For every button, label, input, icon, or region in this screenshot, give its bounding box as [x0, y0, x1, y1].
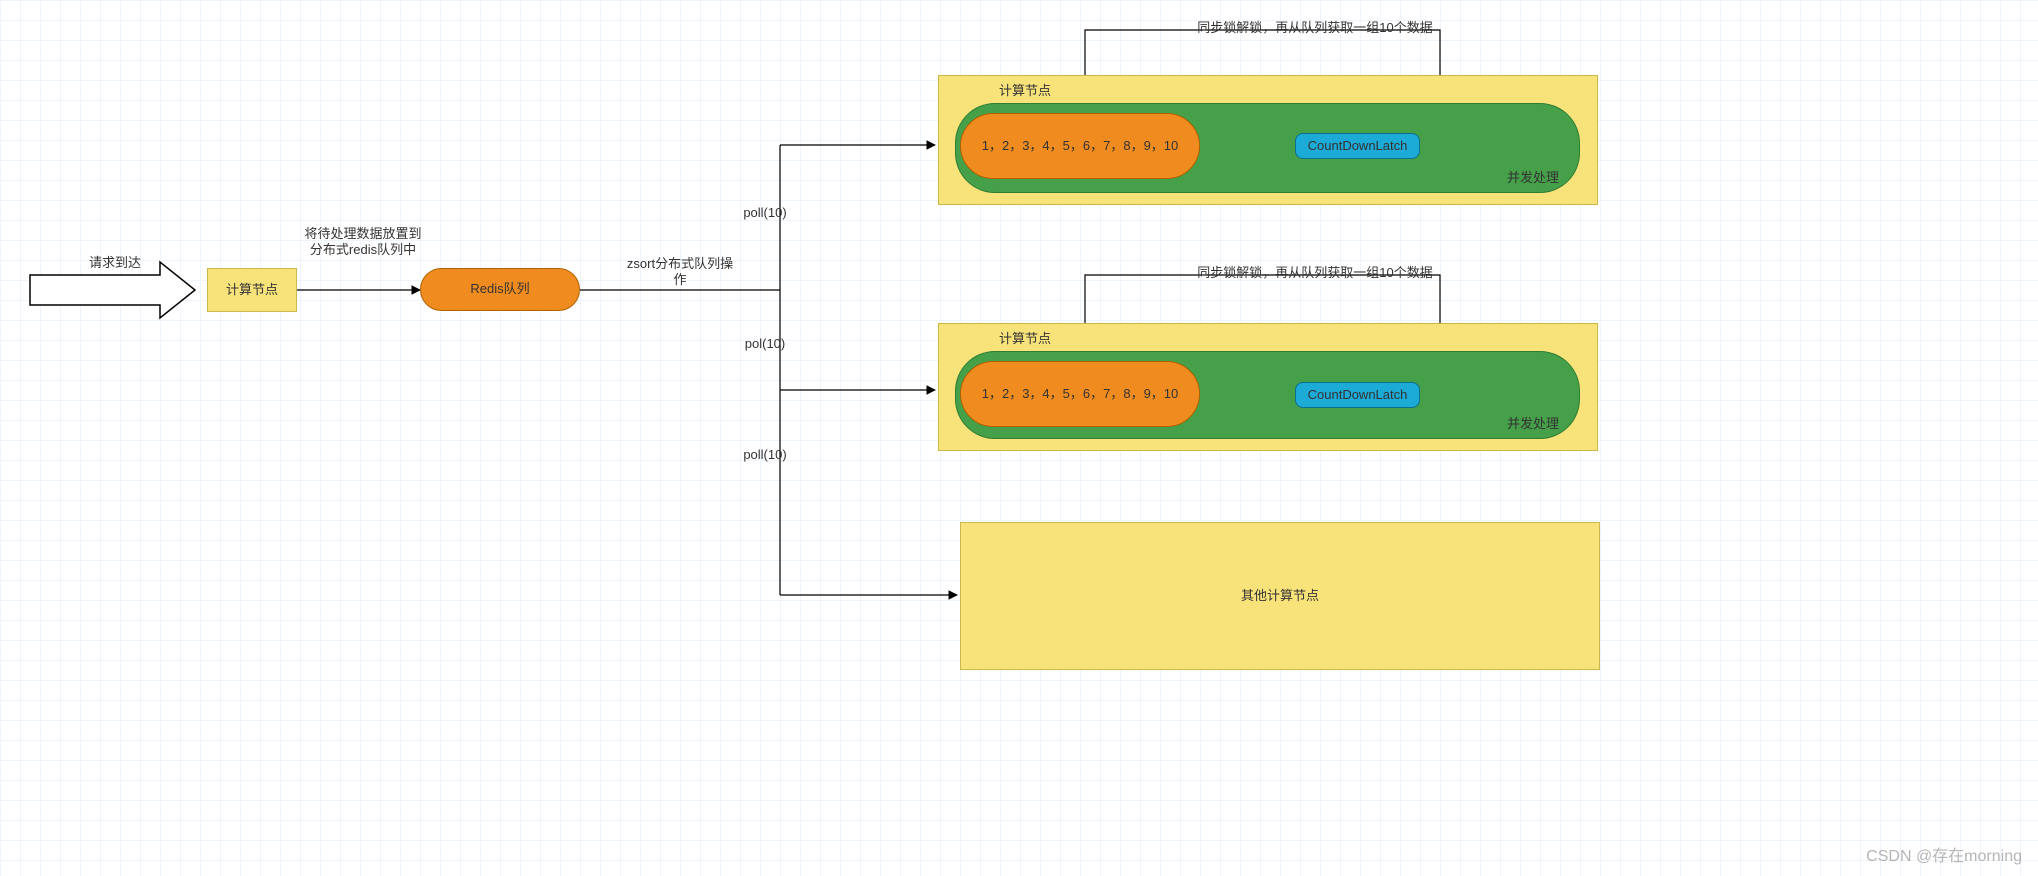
numbers-mid-label: 1，2，3，4，5，6，7，8，9，10	[982, 386, 1179, 402]
concurrent-mid-label: 并发处理	[1507, 416, 1559, 432]
cdl-mid-label: CountDownLatch	[1308, 387, 1408, 403]
numbers-mid: 1，2，3，4，5，6，7，8，9，10	[960, 361, 1200, 427]
to-redis-label: 将待处理数据放置到 分布式redis队列中	[293, 226, 433, 259]
redis-queue: Redis队列	[420, 268, 580, 311]
poll-bot-label: poll(10)	[735, 447, 795, 463]
compute-node-mid-title: 计算节点	[990, 331, 1060, 347]
loopback-mid-label: 同步锁解锁，再从队列获取一组10个数据	[1175, 265, 1455, 281]
other-compute-nodes-label: 其他计算节点	[1241, 588, 1319, 604]
cdl-top: CountDownLatch	[1295, 133, 1420, 159]
poll-mid-label: pol(10)	[735, 336, 795, 352]
watermark: CSDN @存在morning	[1866, 842, 2022, 866]
compute-node-top-title: 计算节点	[990, 83, 1060, 99]
concurrent-top-label: 并发处理	[1507, 170, 1559, 186]
poll-top-label: poll(10)	[735, 205, 795, 221]
numbers-top-label: 1，2，3，4，5，6，7，8，9，10	[982, 138, 1179, 154]
loopback-top-label: 同步锁解锁，再从队列获取一组10个数据	[1175, 20, 1455, 36]
other-compute-nodes: 其他计算节点	[960, 522, 1600, 670]
cdl-mid: CountDownLatch	[1295, 382, 1420, 408]
compute-node-left: 计算节点	[207, 268, 297, 312]
numbers-top: 1，2，3，4，5，6，7，8，9，10	[960, 113, 1200, 179]
zsort-label: zsort分布式队列操 作	[615, 256, 745, 289]
request-arrow-label: 请求到达	[75, 255, 155, 271]
redis-queue-label: Redis队列	[470, 281, 529, 297]
compute-node-left-label: 计算节点	[226, 282, 278, 298]
cdl-top-label: CountDownLatch	[1308, 138, 1408, 154]
